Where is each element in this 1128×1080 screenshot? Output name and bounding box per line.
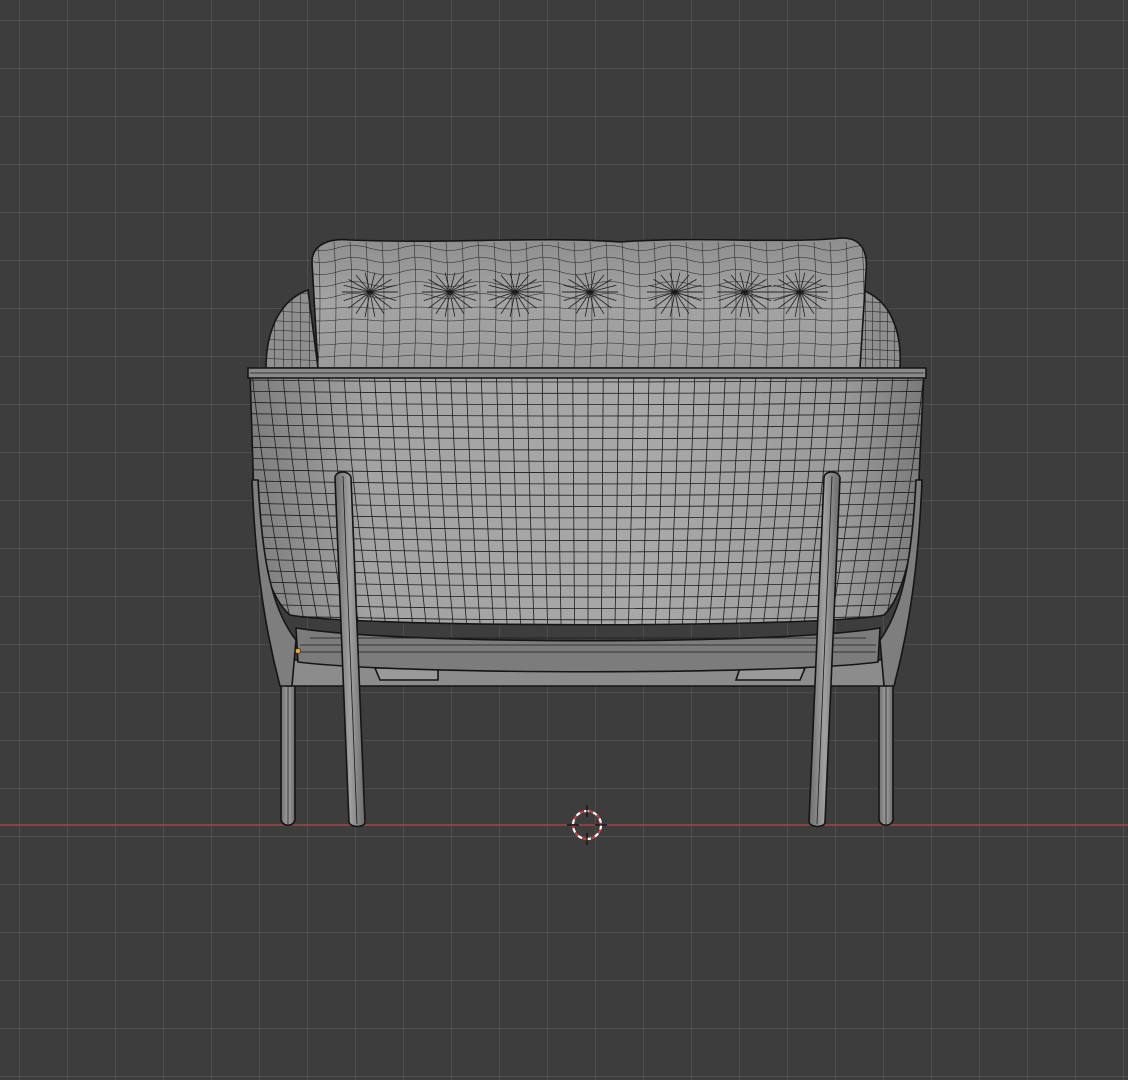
object-origin-icon[interactable]: [295, 648, 301, 654]
armrest-left[interactable]: [265, 288, 319, 370]
rear-legs[interactable]: [280, 679, 894, 826]
viewport-scene[interactable]: [0, 0, 1128, 1080]
3d-viewport[interactable]: [0, 0, 1128, 1080]
mesh-edge: [266, 291, 318, 295]
base-frame[interactable]: [284, 627, 891, 687]
back-cushion[interactable]: [305, 237, 881, 369]
